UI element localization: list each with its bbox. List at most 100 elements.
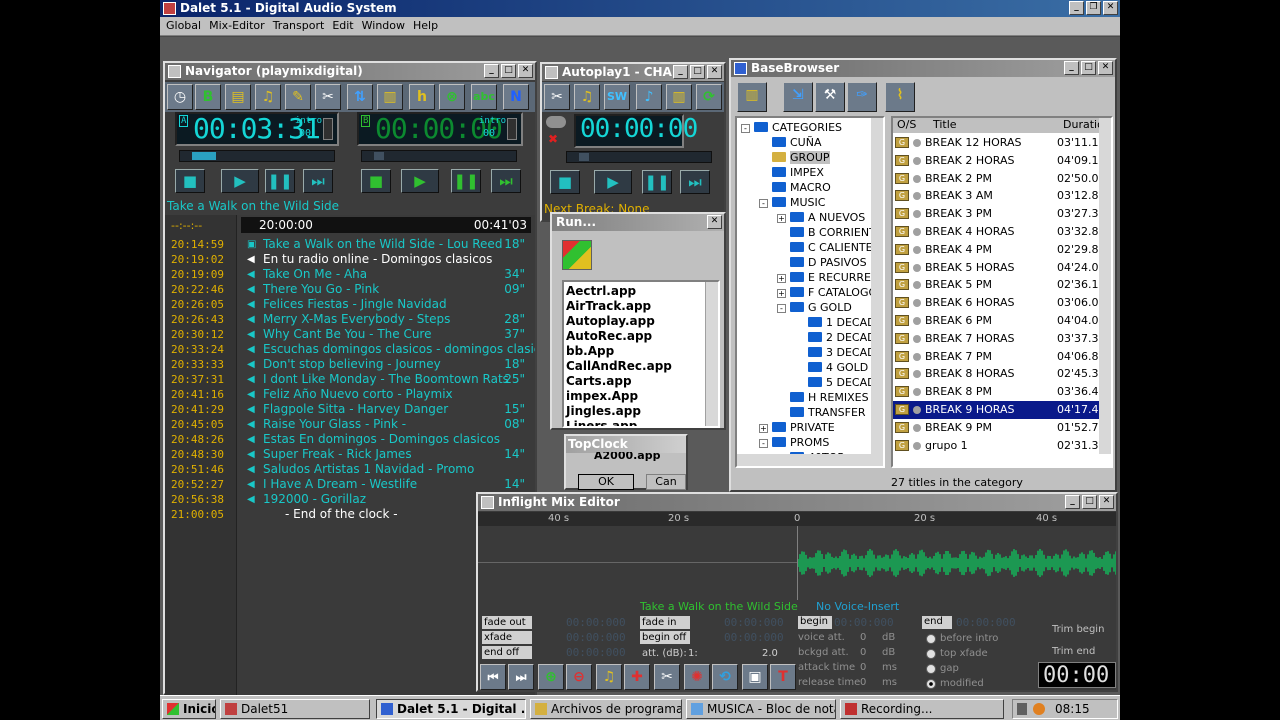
tree-node[interactable]: MACRO	[759, 180, 831, 195]
link-tool-icon[interactable]: ⊗	[439, 84, 465, 110]
trash-tool-icon[interactable]: ▥	[377, 84, 403, 110]
taskbar-item[interactable]: Dalet 5.1 - Digital ...	[376, 699, 526, 719]
mix-param-value[interactable]: 0	[860, 632, 866, 643]
navigator-maximize-button[interactable]: □	[501, 64, 516, 78]
run-list-item[interactable]: Autoplay.app	[566, 314, 655, 328]
collapse-icon[interactable]: -	[759, 199, 768, 208]
expand-icon[interactable]: +	[777, 274, 786, 283]
tree-node[interactable]: + E RECURRENT	[777, 270, 883, 285]
playlist-row[interactable]: 20:51:46 ◀ Saludos Artistas 1 Navidad - Pr…	[165, 462, 535, 477]
mix-text-icon[interactable]: T	[770, 664, 796, 690]
mix-next-icon[interactable]: ⏭	[508, 664, 534, 690]
list-item[interactable]: G BREAK 5 HORAS 04'24.0	[893, 259, 1103, 277]
playlist-row[interactable]: 20:14:59 ▣ Take a Walk on the Wild Side - …	[165, 237, 535, 252]
collapse-icon[interactable]: -	[759, 439, 768, 448]
player-b-position-slider[interactable]	[361, 150, 517, 162]
playlist-row[interactable]: 20:52:27 ◀ I Have A Dream - Westlife 14"	[165, 477, 535, 492]
cut-tool-icon[interactable]: ✂	[315, 84, 341, 110]
bb-import-icon[interactable]: ⇲	[783, 82, 813, 112]
autoplay-stop-button[interactable]: ■	[550, 170, 580, 194]
list-item[interactable]: G BREAK 6 PM 04'04.0	[893, 312, 1103, 330]
list-item[interactable]: G BREAK 7 PM 04'06.8	[893, 348, 1103, 366]
mix-loop-icon[interactable]: ⟲	[712, 664, 738, 690]
tree-node[interactable]: TRANSFER	[777, 405, 866, 420]
list-item[interactable]: G BREAK 2 PM 02'50.0	[893, 170, 1103, 188]
autoplay-mic-icon[interactable]: ♪	[636, 84, 662, 110]
basebrowser-titlebar[interactable]: BaseBrowser _ □ ✕	[731, 60, 1115, 77]
bb-broom-icon[interactable]: ⌇	[885, 82, 915, 112]
collapse-icon[interactable]: -	[777, 304, 786, 313]
mix-param-value[interactable]: 0	[860, 662, 866, 673]
radio-button-icon[interactable]	[926, 634, 936, 644]
mix-editor-close-button[interactable]: ✕	[1099, 495, 1114, 509]
menu-global[interactable]: Global	[164, 17, 207, 35]
tray-app-icon[interactable]	[1033, 703, 1045, 715]
mix-zoom-out-icon[interactable]: ⊖	[566, 664, 592, 690]
list-item[interactable]: G BREAK 6 HORAS 03'06.0	[893, 294, 1103, 312]
mix-save-icon[interactable]: ▣	[742, 664, 768, 690]
autoplay-sw-icon[interactable]: SW	[604, 84, 630, 110]
run-list-item[interactable]: CallAndRec.app	[566, 359, 672, 373]
playlist-row[interactable]: 20:33:33 ◀ Don't stop believing - Journey 1…	[165, 357, 535, 372]
player-a-position-slider[interactable]	[179, 150, 335, 162]
b-tool-icon[interactable]: B	[195, 84, 221, 110]
mix-param-value[interactable]: 0	[860, 677, 866, 688]
tree-node[interactable]: CUÑA	[759, 135, 822, 150]
mix-field-label[interactable]: fade out	[482, 616, 532, 629]
topclock-titlebar[interactable]: TopClock	[566, 436, 686, 453]
autoplay-refresh-icon[interactable]: ⟳	[696, 84, 722, 110]
playlist-row[interactable]: 20:30:12 ◀ Why Cant Be You - The Cure 37"	[165, 327, 535, 342]
n-tool-icon[interactable]: N	[503, 84, 529, 110]
tree-node[interactable]: C CALIENTE	[777, 240, 873, 255]
trim-begin-label[interactable]: Trim begin	[1052, 624, 1104, 635]
autoplay-titlebar[interactable]: Autoplay1 - CHA... _ □ ✕	[542, 64, 724, 81]
player-a-play-button[interactable]: ▶	[221, 169, 259, 193]
waveform-area[interactable]	[478, 526, 1116, 600]
playlist-row[interactable]: 20:26:05 ◀ Felices Fiestas - Jingle Navida…	[165, 297, 535, 312]
player-b-play-button[interactable]: ▶	[401, 169, 439, 193]
list-item[interactable]: G BREAK 9 HORAS 04'17.4	[893, 401, 1103, 419]
collapse-icon[interactable]: -	[741, 124, 750, 133]
player-a-next-button[interactable]: ⏭	[303, 169, 333, 193]
run-titlebar[interactable]: Run... ✕	[552, 214, 724, 231]
tree-node[interactable]: H REMIXES	[777, 390, 869, 405]
player-a-stop-button[interactable]: ■	[175, 169, 205, 193]
run-list-item[interactable]: bb.App	[566, 344, 614, 358]
radio-button-icon[interactable]	[926, 664, 936, 674]
autoplay-close-button[interactable]: ✕	[707, 65, 722, 79]
list-item[interactable]: G BREAK 12 HORAS 03'11.1	[893, 134, 1103, 152]
expand-icon[interactable]: +	[777, 214, 786, 223]
mix-field-label[interactable]: xfade	[482, 631, 532, 644]
basebrowser-close-button[interactable]: ✕	[1098, 61, 1113, 75]
tree-node[interactable]: 5 DECAD	[795, 375, 876, 390]
start-button[interactable]: Inicio	[162, 699, 216, 719]
pen-tool-icon[interactable]: ✎	[285, 84, 311, 110]
restore-button[interactable]: ❐	[1086, 1, 1101, 15]
run-list-item[interactable]: impex.App	[566, 389, 638, 403]
expand-icon[interactable]: +	[777, 289, 786, 298]
mix-param-value[interactable]: 0	[860, 647, 866, 658]
topclock-cancel-button[interactable]: Can	[646, 474, 686, 490]
tree-node[interactable]: + F CATALOGO	[777, 285, 877, 300]
mix-field-label[interactable]: begin off	[640, 631, 690, 644]
list-item[interactable]: G BREAK 5 PM 02'36.1	[893, 276, 1103, 294]
navigator-minimize-button[interactable]: _	[484, 64, 499, 78]
mix-editor-minimize-button[interactable]: _	[1065, 495, 1080, 509]
radio-button-icon[interactable]	[926, 649, 936, 659]
list-item[interactable]: G BREAK 4 HORAS 03'32.8	[893, 223, 1103, 241]
tree-node[interactable]: IMPEX	[759, 165, 824, 180]
list-item[interactable]: Ggrupo 1 02'31.3	[893, 437, 1103, 455]
tree-node[interactable]: D PASIVOS	[777, 255, 867, 270]
end-label[interactable]: end	[922, 616, 952, 629]
autoplay-pause-button[interactable]: ❚❚	[642, 170, 672, 194]
playlist-row[interactable]: 20:37:31 ◀ I dont Like Monday - The Boomto…	[165, 372, 535, 387]
player-b-next-button[interactable]: ⏭	[491, 169, 521, 193]
topclock-ok-button[interactable]: OK	[578, 474, 634, 490]
list-item[interactable]: G BREAK 7 HORAS 03'37.3	[893, 330, 1103, 348]
tree-node[interactable]: + PRIVATE	[759, 420, 835, 435]
taskbar-item[interactable]: Archivos de programa	[530, 699, 682, 719]
minimize-button[interactable]: _	[1069, 1, 1084, 15]
navigator-titlebar[interactable]: Navigator (playmixdigital) _ □ ✕	[165, 63, 535, 80]
menu-edit[interactable]: Edit	[330, 17, 359, 35]
playlist-row[interactable]: 20:45:05 ◀ Raise Your Glass - Pink -08"	[165, 417, 535, 432]
